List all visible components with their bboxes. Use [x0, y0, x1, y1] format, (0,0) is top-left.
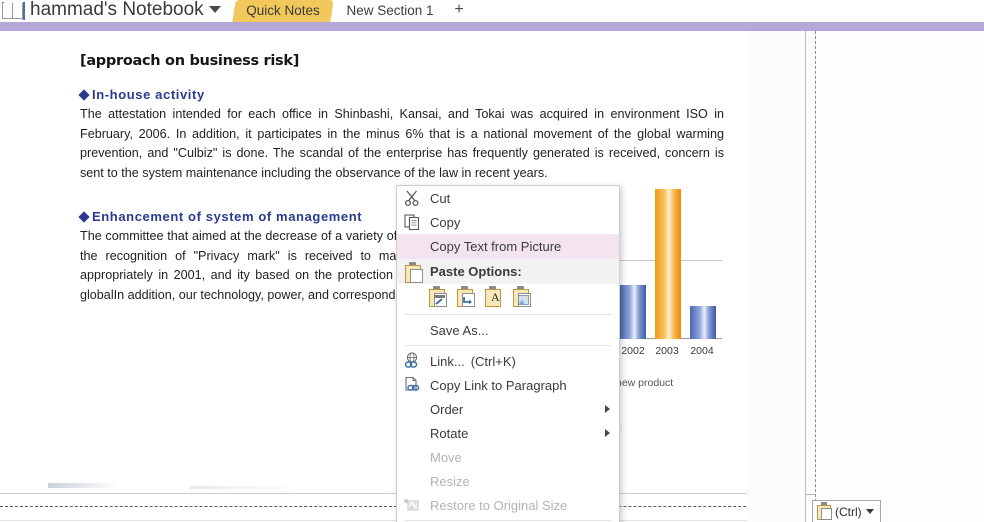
restore-size-icon [403, 496, 422, 514]
menu-item-label: Rotate [430, 425, 469, 441]
clipboard-icon [816, 501, 832, 522]
diamond-bullet-icon [78, 89, 90, 101]
section-heading-label: In-house activity [92, 87, 205, 102]
chart-bar-2004 [690, 306, 716, 339]
notebook-title: hammad's Notebook [30, 0, 204, 20]
menu-item-order[interactable]: Order [397, 397, 619, 421]
page-margin-rail [747, 31, 806, 522]
menu-item-copy-link-to-paragraph[interactable]: Copy Link to Paragraph [397, 373, 619, 397]
tab-label: Quick Notes [246, 3, 320, 18]
menu-item-label: Order [430, 401, 464, 417]
menu-item-label: Copy [430, 214, 461, 230]
menu-item-label: Copy Text from Picture [430, 239, 562, 254]
tab-quick-notes[interactable]: Quick Notes [232, 0, 334, 22]
menu-paste-options-header: Paste Options: [397, 259, 619, 284]
page-sheet[interactable]: [approach on business risk] In-house act… [0, 31, 809, 522]
menu-item-cut[interactable]: Cut [397, 186, 619, 210]
menu-item-label: Save As... [430, 322, 489, 338]
menu-item-save-as[interactable]: Save As... [397, 318, 619, 342]
add-section-button[interactable]: + [438, 0, 480, 22]
chevron-down-icon[interactable] [865, 509, 874, 514]
notebook-icon [2, 2, 28, 20]
smart-tag-connector [806, 494, 815, 495]
menu-item-label: Cut [430, 190, 451, 206]
scissors-icon [403, 189, 422, 207]
container-dashed-guide [815, 31, 816, 522]
menu-item-label: Copy Link to Paragraph [430, 377, 567, 393]
notebook-tab-strip: hammad's Notebook Quick Notes New Sectio… [0, 0, 984, 22]
smart-tag-label: (Ctrl) [835, 504, 862, 519]
paste-smart-tag[interactable]: (Ctrl) [812, 500, 881, 522]
menu-item-move: Move [397, 445, 619, 469]
globe-link-icon [403, 352, 422, 370]
chart-caption: new product [616, 377, 674, 389]
submenu-arrow-icon [605, 429, 610, 437]
diamond-bullet-icon [78, 211, 90, 223]
scan-artifact [48, 483, 118, 488]
menu-item-link[interactable]: Link... (Ctrl+K) [397, 349, 619, 373]
document-section-in-house: In-house activity The attestation intend… [78, 87, 740, 183]
section-heading: In-house activity [78, 87, 740, 102]
chart-bar-2003 [655, 189, 681, 339]
menu-item-restore-to-original-size: Restore to Original Size [397, 493, 619, 517]
menu-item-label: Link... [430, 353, 465, 369]
chart-tick-label: 2003 [655, 345, 679, 357]
menu-item-resize: Resize [397, 469, 619, 493]
paste-text-only-icon[interactable]: A [483, 286, 503, 309]
section-body: The attestation intended for each office… [80, 107, 724, 180]
menu-item-copy[interactable]: Copy [397, 210, 619, 234]
tab-label: New Section 1 [346, 3, 434, 18]
page-link-icon [403, 376, 422, 394]
page-list-pane[interactable] [806, 31, 984, 522]
onenote-window: hammad's Notebook Quick Notes New Sectio… [0, 0, 984, 522]
menu-item-label: Paste Options: [430, 264, 522, 279]
section-accent-bar [0, 22, 984, 31]
chart-bar-2002 [620, 285, 646, 339]
menu-item-shortcut: (Ctrl+K) [470, 353, 516, 369]
scan-artifact [190, 486, 295, 489]
section-heading-label: Enhancement of system of management [92, 209, 363, 224]
copy-pages-icon [403, 213, 422, 231]
menu-item-label: Resize [430, 473, 470, 489]
tab-new-section-1[interactable]: New Section 1 [335, 0, 445, 22]
chart-tick-label: 2002 [621, 345, 645, 357]
menu-item-rotate[interactable]: Rotate [397, 421, 619, 445]
clipboard-icon [403, 262, 423, 283]
paste-options-row[interactable]: A [397, 284, 619, 311]
chevron-down-icon[interactable] [209, 6, 221, 13]
chart-plot-area: 2002 2003 2004 [614, 183, 722, 361]
paste-merge-formatting-icon[interactable] [455, 286, 475, 309]
menu-separator [405, 345, 611, 346]
submenu-arrow-icon [605, 405, 610, 413]
chart-tick-label: 2004 [690, 345, 714, 357]
menu-item-copy-text-from-picture[interactable]: Copy Text from Picture [397, 234, 619, 259]
menu-separator [405, 314, 611, 315]
picture-context-menu[interactable]: Cut Copy Copy Text from Picture Paste Op… [396, 185, 620, 522]
menu-item-label: Move [430, 449, 462, 465]
menu-separator [405, 520, 611, 521]
menu-item-label: Restore to Original Size [430, 497, 568, 513]
paste-keep-source-icon[interactable] [427, 286, 447, 309]
add-section-label: + [454, 1, 464, 18]
paste-picture-icon[interactable] [511, 286, 531, 309]
document-title: [approach on business risk] [80, 53, 300, 69]
